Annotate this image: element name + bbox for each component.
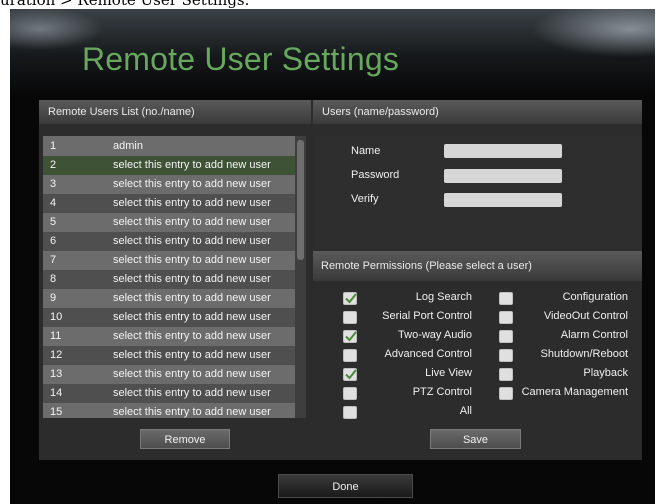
user-number: 7 — [50, 254, 57, 266]
user-list-row[interactable]: 4 select this entry to add new user — [43, 194, 295, 213]
users-list-header: Remote Users List (no./name) — [39, 100, 311, 124]
permission-checkbox[interactable] — [499, 330, 513, 343]
user-list-row[interactable]: 1 admin — [43, 137, 295, 156]
user-name: select this entry to add new user — [113, 368, 271, 380]
done-button[interactable]: Done — [278, 474, 413, 498]
user-list-row[interactable]: 13 select this entry to add new user — [43, 365, 295, 384]
save-button[interactable]: Save — [430, 429, 521, 449]
user-number: 5 — [50, 216, 57, 228]
permission-label: Alarm Control — [560, 329, 628, 341]
permission-checkbox[interactable] — [499, 311, 513, 324]
password-field[interactable] — [444, 169, 562, 183]
user-name: select this entry to add new user — [113, 216, 271, 228]
user-name: select this entry to add new user — [113, 330, 271, 342]
user-number: 12 — [50, 349, 63, 361]
user-list-row[interactable]: 11 select this entry to add new user — [43, 327, 295, 346]
user-name: select this entry to add new user — [113, 235, 271, 247]
verify-label: Verify — [351, 193, 379, 205]
permission-label: Log Search — [415, 291, 472, 303]
user-list-row[interactable]: 9 select this entry to add new user — [43, 289, 295, 308]
user-name: select this entry to add new user — [113, 254, 271, 266]
verify-password-field[interactable] — [444, 193, 562, 207]
user-list-row[interactable]: 10 select this entry to add new user — [43, 308, 295, 327]
user-number: 9 — [50, 292, 57, 304]
permission-label: Configuration — [562, 291, 628, 303]
user-list-row[interactable]: 14 select this entry to add new user — [43, 384, 295, 403]
user-list-row[interactable]: 8 select this entry to add new user — [43, 270, 295, 289]
user-number: 10 — [50, 311, 63, 323]
permission-label: Two-way Audio — [398, 329, 472, 341]
user-name: admin — [113, 140, 143, 152]
remote-users-list: 1 admin 2 select this entry to add new user… — [43, 136, 306, 418]
user-number: 15 — [50, 406, 63, 418]
user-list-row[interactable]: 3 select this entry to add new user — [43, 175, 295, 194]
user-list-row[interactable]: 12 select this entry to add new user — [43, 346, 295, 365]
permission-label: Live View — [425, 367, 472, 379]
permission-label: Camera Management — [521, 386, 628, 398]
user-number: 4 — [50, 197, 57, 209]
permission-checkbox[interactable] — [499, 387, 513, 400]
user-name: select this entry to add new user — [113, 273, 271, 285]
user-name: select this entry to add new user — [113, 159, 271, 171]
user-name: select this entry to add new user — [113, 178, 271, 190]
user-list-row[interactable]: 5 select this entry to add new user — [43, 213, 295, 232]
user-number: 2 — [50, 159, 57, 171]
name-label: Name — [351, 145, 381, 157]
password-label: Password — [351, 169, 400, 181]
user-name: select this entry to add new user — [113, 197, 271, 209]
user-number: 8 — [50, 273, 57, 285]
permission-label: Advanced Control — [384, 348, 472, 360]
user-credentials-form: Name Password Verify — [313, 136, 642, 249]
user-number: 3 — [50, 178, 57, 190]
user-name: select this entry to add new user — [113, 349, 271, 361]
permission-label: Playback — [583, 367, 628, 379]
name-field[interactable] — [444, 144, 562, 158]
user-number: 14 — [50, 387, 63, 399]
permission-label: Shutdown/Reboot — [540, 348, 628, 360]
permission-label: Serial Port Control — [382, 310, 472, 322]
permission-checkbox[interactable] — [499, 292, 513, 305]
users-form-header: Users (name/password) — [313, 100, 642, 124]
page-title: Remote User Settings — [82, 41, 400, 77]
user-number: 6 — [50, 235, 57, 247]
permission-checkbox[interactable] — [499, 349, 513, 362]
user-number: 1 — [50, 140, 57, 152]
user-number: 13 — [50, 368, 63, 380]
permission-checkbox[interactable] — [499, 368, 513, 381]
permission-label: PTZ Control — [412, 386, 472, 398]
scrollbar-thumb[interactable] — [297, 140, 304, 260]
permission-label: All — [459, 405, 472, 417]
user-name: select this entry to add new user — [113, 387, 271, 399]
user-name: select this entry to add new user — [113, 406, 271, 418]
user-list-row[interactable]: 2 select this entry to add new user — [43, 156, 295, 175]
permission-label: VideoOut Control — [543, 310, 628, 322]
user-name: select this entry to add new user — [113, 311, 271, 323]
remote-user-settings-window: Remote User Settings Remote Users List (… — [10, 9, 655, 504]
list-scrollbar[interactable] — [295, 136, 306, 418]
user-list-row[interactable]: 15 select this entry to add new user — [43, 403, 295, 418]
user-number: 11 — [50, 330, 62, 342]
remove-button[interactable]: Remove — [140, 429, 230, 449]
document-caption: uration > Remote User Settings. — [0, 0, 250, 9]
permissions-header: Remote Permissions (Please select a user… — [313, 251, 642, 281]
user-list-row[interactable]: 7 select this entry to add new user — [43, 251, 295, 270]
user-list-row[interactable]: 6 select this entry to add new user — [43, 232, 295, 251]
user-name: select this entry to add new user — [113, 292, 271, 304]
